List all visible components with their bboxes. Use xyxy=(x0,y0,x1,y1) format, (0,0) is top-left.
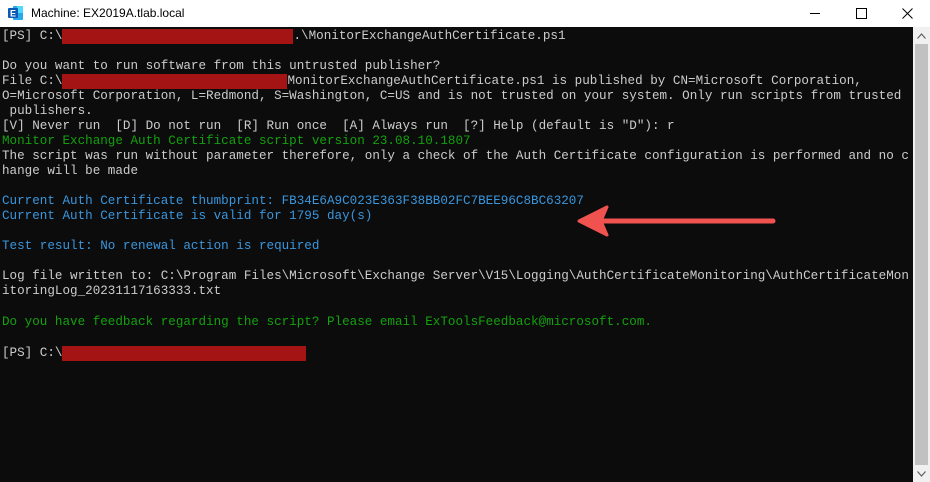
console-line: Log file written to: C:\Program Files\Mi… xyxy=(2,269,909,283)
window-title: Machine: EX2019A.tlab.local xyxy=(31,6,185,20)
chevron-down-icon xyxy=(917,470,926,477)
redacted-path xyxy=(62,74,288,89)
prompt-prefix: [PS] C:\ xyxy=(2,29,63,43)
minimize-button[interactable] xyxy=(792,0,838,27)
console-output[interactable]: [PS] C:\ .\MonitorExchangeAuthCertificate… xyxy=(0,27,913,482)
console-line: Current Auth Certificate is valid for 17… xyxy=(2,209,373,223)
console-line: Do you want to run software from this un… xyxy=(2,59,441,73)
redacted-path xyxy=(62,346,307,361)
console-line: [V] Never run [D] Do not run [R] Run onc… xyxy=(2,119,675,133)
console-line: Monitor Exchange Auth Certificate script… xyxy=(2,134,471,148)
console-line: [PS] C:\ .\MonitorExchangeAuthCertificate… xyxy=(2,29,566,44)
prompt-prefix: [PS] C:\ xyxy=(2,346,63,360)
annotation-arrow-icon xyxy=(577,205,776,237)
console-line: Do you have feedback regarding the scrip… xyxy=(2,315,652,329)
scroll-thumb[interactable] xyxy=(915,44,928,465)
console-line: publishers. xyxy=(2,104,93,118)
console-line: itoringLog_20231117163333.txt xyxy=(2,284,222,298)
maximize-button[interactable] xyxy=(838,0,884,27)
redacted-path xyxy=(62,29,294,44)
console-line: [PS] C:\ xyxy=(2,346,307,361)
file-message: MonitorExchangeAuthCertificate.ps1 is pu… xyxy=(287,74,862,88)
powershell-window: E Machine: EX2019A.tlab.local [PS] C:\ .\… xyxy=(0,0,930,482)
scroll-down-button[interactable] xyxy=(913,465,930,482)
console-line: Current Auth Certificate thumbprint: FB3… xyxy=(2,194,584,208)
chevron-up-icon xyxy=(917,32,926,39)
console-line: O=Microsoft Corporation, L=Redmond, S=Wa… xyxy=(2,89,902,103)
vertical-scrollbar[interactable] xyxy=(913,27,930,482)
console-line: Test result: No renewal action is requir… xyxy=(2,239,320,253)
console-line: File C:\ MonitorExchangeAuthCertificate.p… xyxy=(2,74,862,89)
scroll-up-button[interactable] xyxy=(913,27,930,44)
close-button[interactable] xyxy=(884,0,930,27)
file-prefix: File C:\ xyxy=(2,74,63,88)
console-line: The script was run without parameter the… xyxy=(2,149,909,163)
maximize-icon xyxy=(855,8,867,19)
title-bar[interactable]: E Machine: EX2019A.tlab.local xyxy=(0,0,930,27)
close-icon xyxy=(901,6,913,22)
exchange-icon: E xyxy=(8,5,24,21)
command-text: .\MonitorExchangeAuthCertificate.ps1 xyxy=(293,29,566,43)
minimize-icon xyxy=(810,13,820,14)
svg-text:E: E xyxy=(10,9,16,19)
console-line: hange will be made xyxy=(2,164,139,178)
